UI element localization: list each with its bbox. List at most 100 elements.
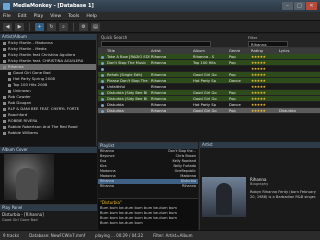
cell-rating: ★★★★★: [251, 97, 266, 101]
search-label: Quick Search: [101, 35, 128, 40]
folder-icon: [8, 71, 11, 75]
cell-lyrics: [278, 54, 316, 59]
cell-genre: Pop: [229, 73, 236, 77]
cell-genre: Pop: [229, 97, 236, 101]
lyric-line: Bum bum be-dum bum: [100, 221, 143, 225]
cell-rating: ★★★★★: [251, 73, 266, 77]
table-row[interactable]: Disturbia Rihanna Good Girl Go Pop ★★★★★ Dist…: [98, 108, 320, 114]
cell-title: Please Don't Stop The: [107, 79, 148, 83]
add-files-icon[interactable]: +: [35, 22, 44, 31]
track-icon: [101, 67, 104, 71]
cell-rating: ★★★★★: [251, 79, 266, 83]
bio-title: Robyn Rihanna Fenty: [250, 190, 289, 194]
search-icon[interactable]: ⌕: [59, 22, 68, 31]
menu-play[interactable]: Play: [34, 14, 44, 19]
folder-icon: [3, 107, 6, 111]
cell-album: Hot Party Sp: [193, 79, 216, 83]
cell-artist: Rihanna: [151, 79, 167, 83]
close-button[interactable]: ✕: [306, 2, 317, 10]
cell-artist: Rihanna: [151, 103, 167, 107]
search-input[interactable]: [101, 41, 211, 47]
play-panel: Play Panel Disturbia - [Rihanna] Good Gi…: [0, 204, 97, 230]
now-playing-album: Good Girl Gone Bad: [2, 218, 38, 222]
refresh-icon[interactable]: ↻: [47, 22, 56, 31]
cell-genre: Pop: [229, 55, 236, 59]
cell-genre: Dance: [229, 103, 241, 107]
menu-file[interactable]: File: [3, 14, 11, 19]
filter-label: Filter: [248, 35, 258, 40]
folder-icon: [3, 119, 6, 123]
options-icon[interactable]: ⚙: [79, 22, 88, 31]
status-bar: 9 tracks Database: NewFCWin7.mmf playing…: [0, 230, 320, 240]
cell-album: Good Girl Go: [193, 109, 217, 113]
view-icon[interactable]: ▤: [91, 22, 100, 31]
cell-lyrics: [278, 72, 316, 77]
row-status-cell: [98, 96, 106, 101]
cell-lyrics: [278, 84, 316, 89]
folder-icon: [3, 59, 6, 63]
playlist-rows: Rihanna Don't Stop the... Beyonce Chris Bro…: [98, 149, 198, 189]
status-filter: Filter: Artist=Album: [153, 233, 193, 238]
row-status-cell: [98, 90, 106, 95]
cell-title: Disturbia: [107, 103, 124, 107]
cell-genre: Pop: [229, 91, 236, 95]
playlist-item-right: Rihanna: [182, 184, 196, 188]
playlist-item[interactable]: Rihanna Rihanna: [98, 184, 198, 189]
grid-rows: Take A Bow [RADIO EDIT] Rihanna Rihanna - …: [98, 54, 320, 114]
cell-genre: Dance: [229, 79, 241, 83]
forward-icon[interactable]: ▶: [15, 22, 24, 31]
cell-lyrics: [278, 96, 316, 101]
folder-icon: [3, 95, 6, 99]
cell-artist: Rihanna: [151, 85, 167, 89]
cell-artist: [150, 66, 192, 71]
folder-icon: [3, 101, 6, 105]
folder-icon: [3, 65, 6, 69]
menu-view[interactable]: View: [50, 14, 61, 19]
cell-rating: ★★★★★: [251, 67, 266, 71]
row-status-cell: [98, 60, 106, 65]
menu-bar: File Edit Play View Tools Help: [0, 12, 320, 21]
minimize-button[interactable]: –: [282, 2, 293, 10]
cell-artist: Rihanna: [151, 91, 167, 95]
cover-header: Album Cover: [0, 147, 97, 153]
toolbar-divider: [29, 22, 30, 31]
status-playing: playing ... 00:29 / 04:22: [95, 233, 144, 238]
folder-icon: [8, 77, 11, 81]
row-status-cell: [98, 54, 106, 59]
menu-help[interactable]: Help: [86, 14, 96, 19]
biography-label: Biography: [250, 182, 269, 186]
cell-title: Disturbia: [107, 109, 124, 113]
folder-icon: [3, 113, 6, 117]
cell-artist: Rihanna: [151, 109, 167, 113]
folder-icon: [3, 131, 6, 135]
menu-tools[interactable]: Tools: [68, 14, 79, 19]
menu-edit[interactable]: Edit: [18, 14, 27, 19]
cell-album: Rihanna - S: [193, 55, 215, 59]
toolbar: ◀ ▶ + ↻ ⌕ ⚙ ▤: [0, 21, 320, 33]
folder-icon: [8, 83, 11, 87]
toolbar-divider: [73, 22, 74, 31]
lyrics-panel: "Disturbia" Bum bum be-dum bum bum be-du…: [98, 198, 198, 230]
track-icon: [101, 85, 104, 89]
cell-title: Unfaithful: [107, 85, 126, 89]
cell-lyrics: [278, 102, 316, 107]
tree-item[interactable]: Robbie Williams: [0, 130, 96, 136]
cell-album: Good Girl Go: [193, 73, 217, 77]
cell-title: Disturbia (Sidy Bee Bi: [107, 91, 148, 95]
cell-album: [192, 84, 228, 89]
track-icon: [101, 109, 104, 113]
cell-artist: Rihanna: [151, 55, 167, 59]
cell-genre: Pop: [229, 109, 236, 113]
cell-rating: ★★★★★: [251, 91, 266, 95]
cell-lyrics: [278, 66, 316, 71]
cell-rating: ★★★★★: [251, 55, 266, 59]
track-icon: [101, 103, 104, 107]
tree-list: Ricky Martin - Madonna Ricky Martin - Med…: [0, 40, 96, 136]
cell-rating: ★★★★★: [251, 85, 266, 89]
row-status-cell: [98, 84, 106, 89]
back-icon[interactable]: ◀: [3, 22, 12, 31]
folder-icon: [3, 53, 6, 57]
cell-lyrics: [278, 60, 316, 65]
maximize-button[interactable]: □: [294, 2, 305, 10]
filter-dropdown[interactable]: Rihanna: [248, 41, 288, 47]
